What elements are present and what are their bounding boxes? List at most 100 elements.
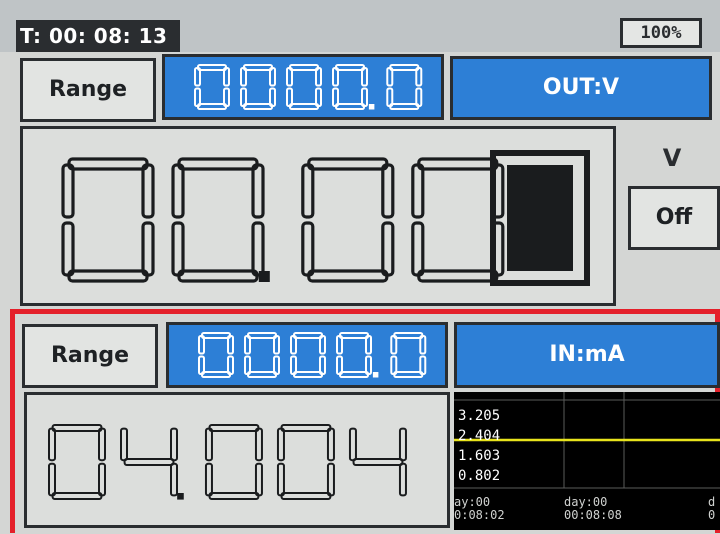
cursor-block	[490, 150, 590, 286]
segment-e	[411, 221, 425, 277]
segment-e	[332, 87, 339, 107]
segment-e	[390, 355, 398, 375]
digit-0	[240, 64, 276, 110]
segment-c	[98, 462, 106, 497]
segment-b	[254, 427, 263, 462]
segment-d	[197, 103, 227, 110]
segment-c	[141, 221, 155, 277]
segment-b	[319, 335, 326, 355]
segment-a	[67, 157, 149, 171]
segment-b	[141, 163, 155, 219]
segment-a	[197, 64, 227, 71]
segment-e	[386, 87, 394, 107]
digit-0	[61, 157, 155, 283]
segment-b	[415, 67, 423, 87]
segment-f	[301, 163, 315, 219]
segment-b	[273, 335, 280, 355]
digit-0	[301, 157, 395, 283]
segment-b	[315, 67, 322, 87]
segment-a	[339, 332, 369, 339]
segment-a	[293, 332, 323, 339]
segment-e	[171, 221, 185, 277]
segment-d	[247, 371, 277, 378]
segment-a	[201, 332, 231, 339]
digit-0	[290, 332, 326, 378]
segment-c	[398, 462, 407, 497]
output-mode-button[interactable]: OUT:V	[450, 56, 712, 120]
segment-d	[339, 371, 369, 378]
segment-b	[326, 427, 335, 462]
segment-b	[98, 427, 106, 462]
segment-e	[194, 87, 201, 107]
digit-0	[336, 332, 372, 378]
segment-d	[389, 103, 420, 110]
segment-c	[254, 462, 263, 497]
segment-f	[194, 67, 201, 87]
segment-d	[67, 269, 149, 283]
graph-y-label: 1.603	[458, 448, 501, 464]
digit-0	[390, 332, 427, 378]
digit-0	[194, 64, 230, 110]
input-range-button[interactable]: Range	[22, 324, 158, 388]
output-reading-panel	[20, 126, 616, 306]
segment-d	[393, 371, 424, 378]
segment-b	[419, 335, 427, 355]
decimal-point	[258, 271, 270, 282]
segment-e	[301, 221, 315, 277]
digit-0	[48, 424, 106, 500]
segment-a	[289, 64, 319, 71]
segment-e	[61, 221, 75, 277]
digit-4	[348, 427, 407, 497]
input-reading-digits	[48, 424, 407, 500]
segment-d	[335, 103, 365, 110]
segment-f	[244, 335, 251, 355]
output-setpoint-digits	[194, 64, 423, 110]
segment-b	[251, 163, 265, 219]
segment-b	[361, 67, 368, 87]
segment-d	[243, 103, 273, 110]
graph-y-label: 0.802	[458, 468, 501, 484]
segment-b	[381, 163, 395, 219]
segment-f	[204, 427, 213, 462]
segment-e	[204, 462, 213, 497]
segment-a	[335, 64, 365, 71]
segment-a	[280, 424, 332, 432]
segment-e	[240, 87, 247, 107]
segment-c	[381, 221, 395, 277]
segment-c	[326, 462, 335, 497]
segment-g	[123, 458, 175, 466]
segment-b	[223, 67, 230, 87]
segment-a	[247, 332, 277, 339]
digit-0	[411, 157, 505, 283]
output-range-button[interactable]: Range	[20, 58, 156, 122]
segment-a	[417, 157, 499, 171]
segment-f	[390, 335, 398, 355]
input-mode-button[interactable]: IN:mA	[454, 322, 720, 388]
output-setpoint-display[interactable]	[162, 54, 444, 120]
digit-0	[332, 64, 368, 110]
trend-graph: 3.205 2.404 1.603 0.802 ay:00 0:08:02 da…	[454, 392, 720, 530]
segment-a	[243, 64, 273, 71]
input-reading-panel	[24, 392, 450, 528]
segment-b	[365, 335, 372, 355]
segment-d	[51, 492, 103, 500]
output-toggle-button[interactable]: Off	[628, 186, 720, 250]
segment-a	[177, 157, 259, 171]
segment-d	[417, 269, 499, 283]
input-setpoint-display[interactable]	[166, 322, 448, 388]
segment-d	[280, 492, 332, 500]
segment-a	[51, 424, 103, 432]
segment-g	[352, 458, 404, 466]
digit-0	[171, 157, 265, 283]
segment-d	[289, 103, 319, 110]
segment-e	[198, 355, 205, 375]
digit-4	[120, 427, 178, 497]
segment-f	[386, 67, 394, 87]
decimal-point	[372, 372, 379, 378]
segment-d	[293, 371, 323, 378]
digit-0	[244, 332, 280, 378]
segment-d	[208, 492, 260, 500]
digit-0	[204, 424, 263, 500]
digit-0	[276, 424, 335, 500]
battery-indicator: 100%	[620, 18, 702, 48]
